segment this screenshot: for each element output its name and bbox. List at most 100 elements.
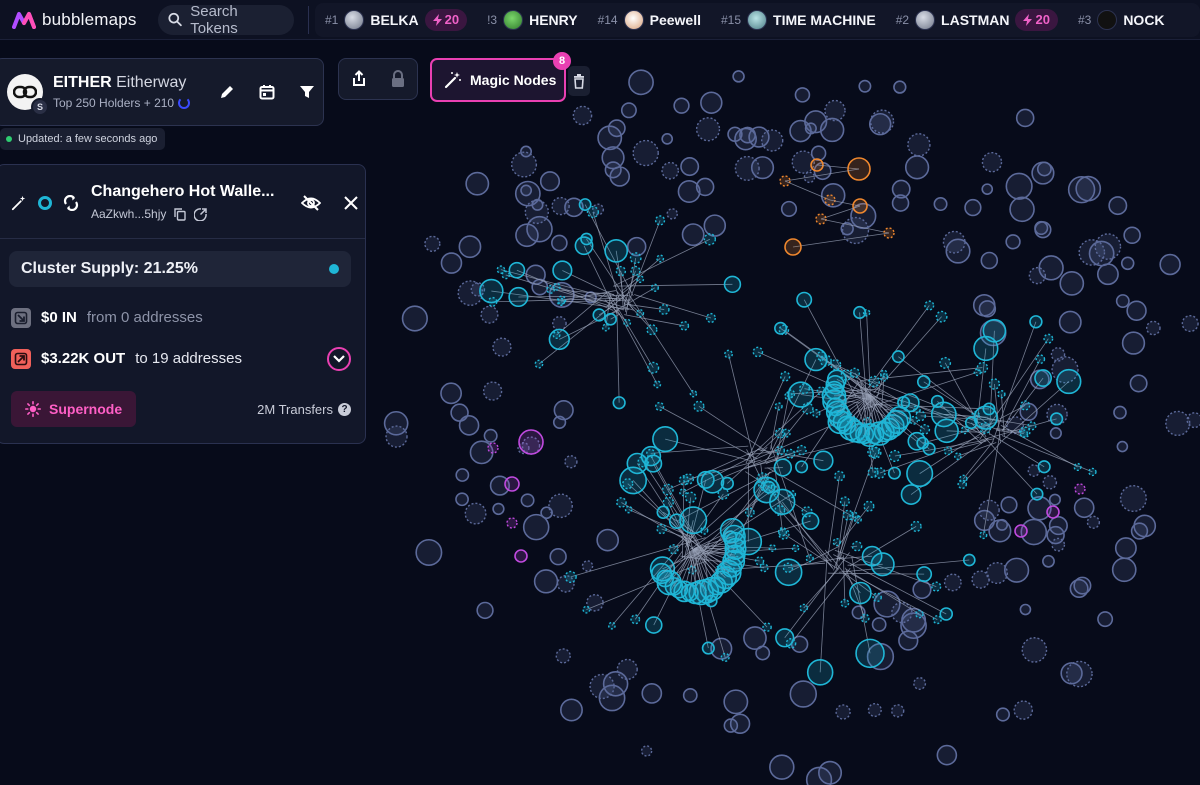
wallet-bubble[interactable]	[1096, 263, 1119, 286]
wallet-bubble[interactable]	[656, 523, 667, 535]
wallet-bubble[interactable]	[1059, 270, 1085, 296]
wallet-bubble[interactable]	[860, 613, 870, 623]
wallet-bubble[interactable]	[458, 235, 482, 259]
wallet-bubble[interactable]	[868, 112, 892, 136]
wallet-bubble[interactable]	[548, 493, 573, 519]
wallet-bubble[interactable]	[658, 304, 670, 315]
magic-nodes-button[interactable]: Magic Nodes	[430, 58, 566, 102]
wallet-bubble[interactable]	[679, 320, 690, 331]
wallet-bubble[interactable]	[868, 375, 881, 388]
wallet-bubble[interactable]	[904, 155, 930, 180]
wallet-bubble[interactable]	[662, 496, 675, 509]
wallet-bubble[interactable]	[723, 718, 739, 733]
wallet-bubble[interactable]	[858, 79, 872, 93]
wallet-bubble[interactable]	[981, 151, 1003, 173]
wallet-bubble[interactable]	[879, 369, 888, 378]
wallet-bubble[interactable]	[861, 545, 883, 567]
wallet-bubble[interactable]	[943, 446, 953, 456]
wallet-bubble[interactable]	[510, 151, 538, 178]
wallet-bubble[interactable]	[891, 350, 905, 364]
wallet-bubble[interactable]	[930, 401, 957, 428]
wallet-bubble[interactable]	[424, 235, 441, 252]
wallet-bubble[interactable]	[632, 139, 659, 167]
wallet-bubble[interactable]	[773, 458, 793, 477]
filter-button[interactable]	[297, 82, 317, 102]
wallet-bubble[interactable]	[769, 754, 795, 780]
wallet-bubble[interactable]	[1129, 374, 1148, 393]
wallet-bubble[interactable]	[546, 284, 556, 294]
wallet-bubble[interactable]	[976, 361, 989, 374]
ticker-item[interactable]: #14 Peewell	[588, 9, 711, 30]
date-range-button[interactable]	[257, 82, 277, 102]
ticker-item[interactable]: !3 HENRY	[477, 9, 588, 30]
wallet-bubble[interactable]	[534, 359, 544, 369]
wallet-bubble[interactable]	[720, 476, 734, 491]
wallet-bubble[interactable]	[907, 133, 931, 157]
wallet-bubble[interactable]	[1073, 576, 1092, 595]
wallet-bubble[interactable]	[501, 270, 511, 280]
wallet-bubble[interactable]	[1088, 240, 1115, 267]
wallet-bubble[interactable]	[862, 309, 871, 317]
wallet-bubble[interactable]	[506, 517, 518, 529]
wallet-bubble[interactable]	[754, 556, 765, 566]
edit-button[interactable]	[217, 82, 237, 102]
wallet-bubble[interactable]	[653, 380, 662, 389]
wallet-bubble[interactable]	[680, 157, 700, 177]
wallet-bubble[interactable]	[504, 476, 520, 492]
wallet-bubble[interactable]	[871, 617, 887, 632]
wallet-bubble[interactable]	[799, 603, 809, 613]
wallet-bubble[interactable]	[518, 429, 544, 455]
wallet-bubble[interactable]	[1034, 369, 1053, 387]
wallet-bubble[interactable]	[548, 328, 571, 351]
wallet-bubble[interactable]	[1009, 196, 1035, 223]
wallet-bubble[interactable]	[662, 483, 674, 496]
wallet-bubble[interactable]	[700, 469, 725, 494]
wallet-bubble[interactable]	[774, 321, 788, 335]
wallet-bubble[interactable]	[1074, 483, 1086, 495]
lock-button[interactable]	[388, 69, 408, 89]
wallet-bubble[interactable]	[1027, 421, 1037, 431]
wallet-bubble[interactable]	[936, 744, 958, 766]
wallet-bubble[interactable]	[898, 630, 919, 651]
wallet-bubble[interactable]	[964, 198, 982, 217]
wallet-bubble[interactable]	[465, 171, 490, 196]
wallet-bubble[interactable]	[1037, 460, 1051, 474]
wallet-bubble[interactable]	[628, 69, 654, 96]
wallet-bubble[interactable]	[602, 670, 629, 697]
wallet-bubble[interactable]	[795, 460, 809, 474]
wallet-bubble[interactable]	[1120, 256, 1135, 271]
wallet-bubble[interactable]	[796, 444, 807, 456]
wallet-bubble[interactable]	[555, 648, 571, 664]
wallet-bubble[interactable]	[900, 484, 922, 505]
wallet-bubble[interactable]	[1000, 496, 1018, 514]
wallet-bubble[interactable]	[791, 544, 800, 553]
wallet-bubble[interactable]	[520, 184, 533, 197]
wallet-bubble[interactable]	[1018, 426, 1031, 438]
wallet-bubble[interactable]	[945, 238, 971, 264]
wallet-bubble[interactable]	[863, 500, 875, 512]
wallet-bubble[interactable]	[888, 406, 912, 430]
wallet-bubble[interactable]	[656, 254, 665, 263]
wallet-bubble[interactable]	[582, 605, 591, 614]
wallet-bubble[interactable]	[839, 496, 850, 507]
wallet-bubble[interactable]	[872, 592, 882, 603]
wallet-bubble[interactable]	[1003, 557, 1030, 583]
wallet-bubble[interactable]	[752, 346, 764, 358]
wallet-bubble[interactable]	[785, 638, 797, 649]
wallet-bubble[interactable]	[1046, 505, 1060, 519]
wallet-bubble[interactable]	[620, 102, 637, 119]
wallet-bubble[interactable]	[689, 389, 698, 398]
wallet-bubble[interactable]	[581, 560, 594, 572]
ticker-item[interactable]: #1 BELKA 20	[315, 8, 477, 31]
wallet-bubble[interactable]	[1088, 467, 1097, 477]
wallet-bubble[interactable]	[971, 410, 980, 420]
wallet-bubble[interactable]	[520, 493, 535, 508]
share-button[interactable]	[349, 69, 369, 89]
wallet-bubble[interactable]	[824, 99, 846, 122]
wallet-bubble[interactable]	[964, 416, 978, 430]
wallet-bubble[interactable]	[652, 426, 679, 453]
wallet-bubble[interactable]	[682, 687, 698, 703]
wallet-bubble[interactable]	[1005, 234, 1021, 250]
wallet-bubble[interactable]	[985, 561, 1009, 585]
wallet-bubble[interactable]	[979, 531, 988, 540]
